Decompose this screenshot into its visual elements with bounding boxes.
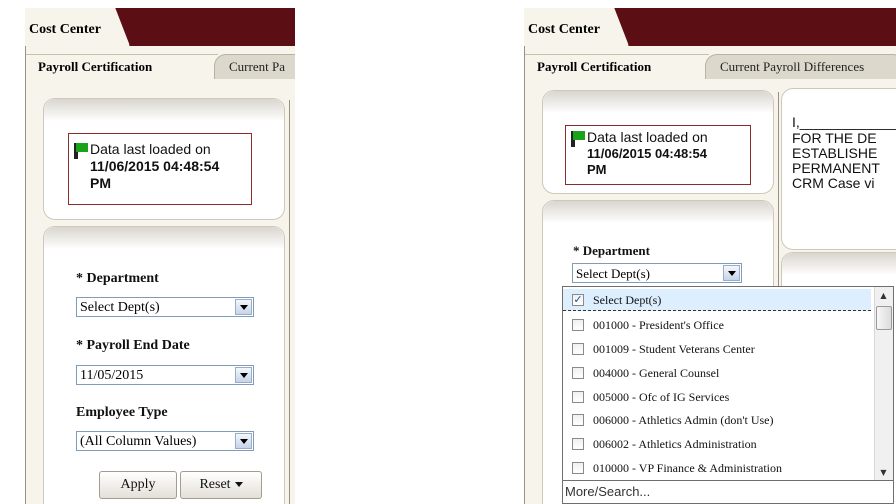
cert-line-5: CRM Case vi bbox=[792, 175, 875, 191]
dropdown-option[interactable]: 004000 - General Counsel bbox=[563, 362, 871, 384]
option-label: 005000 - Ofc of IG Services bbox=[593, 390, 730, 404]
chevron-down-icon[interactable] bbox=[723, 265, 740, 281]
checkbox[interactable] bbox=[572, 343, 584, 355]
data-loaded-line3: PM bbox=[90, 175, 111, 191]
reset-button[interactable]: Reset bbox=[180, 471, 262, 499]
green-flag-icon bbox=[571, 131, 585, 147]
option-label: 001000 - President's Office bbox=[593, 318, 724, 332]
cert-line-3: ESTABLISHE bbox=[792, 145, 878, 161]
chevron-down-icon[interactable] bbox=[235, 299, 252, 315]
data-loaded-notice: Data last loaded on 11/06/2015 04:48:54 … bbox=[68, 133, 252, 205]
chevron-down-icon[interactable] bbox=[235, 367, 252, 383]
scroll-down-icon[interactable]: ▼ bbox=[875, 464, 892, 481]
data-loaded-line1: Data last loaded on bbox=[90, 141, 211, 157]
reset-label: Reset bbox=[199, 477, 231, 492]
tab-current-payroll-differences[interactable]: Current Payroll Differences bbox=[705, 54, 896, 79]
option-label: 006002 - Athletics Administration bbox=[593, 437, 757, 451]
dropdown-option[interactable]: 001009 - Student Veterans Center bbox=[563, 338, 871, 360]
department-value: Select Dept(s) bbox=[576, 266, 651, 281]
checkbox[interactable] bbox=[572, 438, 584, 450]
green-flag-icon bbox=[74, 143, 88, 159]
department-label: * Department bbox=[76, 271, 159, 286]
prompts-box: * Department Select Dept(s) * Payroll En… bbox=[43, 226, 285, 504]
chevron-down-icon[interactable] bbox=[235, 433, 252, 449]
department-label: * Department bbox=[573, 243, 650, 258]
apply-button[interactable]: Apply bbox=[99, 471, 177, 499]
department-dropdown[interactable]: ✓ Select Dept(s) 001000 - President's Off… bbox=[562, 286, 894, 504]
left-panel: Cost Center Payroll Certification Curren… bbox=[25, 8, 295, 504]
data-loaded-line1: Data last loaded on bbox=[587, 129, 708, 145]
dropdown-option[interactable]: 006000 - Athletics Admin (don't Use) bbox=[563, 409, 871, 431]
dropdown-scrollbar[interactable]: ▲ ▼ bbox=[874, 287, 893, 481]
dropdown-option[interactable]: 006002 - Athletics Administration bbox=[563, 433, 871, 455]
option-label: 001009 - Student Veterans Center bbox=[593, 342, 755, 356]
status-box: Data last loaded on 11/06/2015 04:48:54 … bbox=[43, 98, 285, 220]
payroll-end-date-label: * Payroll End Date bbox=[76, 338, 190, 353]
cert-line-2: FOR THE DE bbox=[792, 130, 877, 146]
cert-line-1: I,__________________________ bbox=[792, 114, 896, 130]
dropdown-option[interactable]: 005000 - Ofc of IG Services bbox=[563, 386, 871, 408]
dropdown-option[interactable]: 010000 - VP Finance & Administration bbox=[563, 457, 871, 479]
tab-current-payroll[interactable]: Current Pa bbox=[214, 54, 295, 79]
payroll-end-date-select[interactable]: 11/05/2015 bbox=[76, 365, 254, 385]
option-label: Select Dept(s) bbox=[593, 293, 662, 307]
scroll-up-icon[interactable]: ▲ bbox=[875, 287, 892, 304]
checkbox[interactable] bbox=[572, 391, 584, 403]
dropdown-option[interactable]: ✓ Select Dept(s) bbox=[563, 289, 871, 311]
checkbox[interactable] bbox=[572, 319, 584, 331]
department-value: Select Dept(s) bbox=[80, 300, 160, 315]
tab-payroll-certification[interactable]: Payroll Certification bbox=[525, 54, 709, 79]
option-label: 010000 - VP Finance & Administration bbox=[593, 461, 782, 475]
checkbox[interactable] bbox=[572, 462, 584, 474]
data-loaded-line2: 11/06/2015 04:48:54 bbox=[587, 146, 707, 161]
data-loaded-line3: PM bbox=[587, 162, 607, 177]
checkbox-checked[interactable]: ✓ bbox=[572, 294, 584, 306]
tab-payroll-certification[interactable]: Payroll Certification bbox=[26, 54, 218, 79]
department-select[interactable]: Select Dept(s) bbox=[572, 263, 742, 283]
panel-body: Payroll Certification Current Pa Data la… bbox=[25, 46, 295, 504]
option-label: 004000 - General Counsel bbox=[593, 366, 720, 380]
data-loaded-notice: Data last loaded on 11/06/2015 04:48:54 … bbox=[565, 125, 751, 185]
cost-center-tab[interactable]: Cost Center bbox=[524, 8, 629, 46]
checkbox[interactable] bbox=[572, 414, 584, 426]
status-box: Data last loaded on 11/06/2015 04:48:54 … bbox=[542, 90, 774, 194]
data-loaded-line2: 11/06/2015 04:48:54 bbox=[90, 158, 220, 174]
certification-box: I,__________________________ FOR THE DE … bbox=[781, 88, 896, 250]
checkbox[interactable] bbox=[572, 367, 584, 379]
option-label: 006000 - Athletics Admin (don't Use) bbox=[593, 413, 774, 427]
cost-center-tab[interactable]: Cost Center bbox=[25, 8, 130, 46]
employee-type-label: Employee Type bbox=[76, 405, 168, 420]
panel-divider bbox=[289, 100, 290, 504]
caret-down-icon bbox=[234, 482, 243, 488]
more-search-link[interactable]: More/Search... bbox=[563, 480, 893, 503]
employee-type-select[interactable]: (All Column Values) bbox=[76, 431, 254, 451]
scroll-thumb[interactable] bbox=[876, 306, 892, 330]
employee-type-value: (All Column Values) bbox=[80, 434, 197, 449]
department-select[interactable]: Select Dept(s) bbox=[76, 297, 254, 317]
payroll-end-date-value: 11/05/2015 bbox=[80, 368, 144, 383]
cert-line-4: PERMANENT bbox=[792, 160, 880, 176]
dropdown-option[interactable]: 001000 - President's Office bbox=[563, 314, 871, 336]
